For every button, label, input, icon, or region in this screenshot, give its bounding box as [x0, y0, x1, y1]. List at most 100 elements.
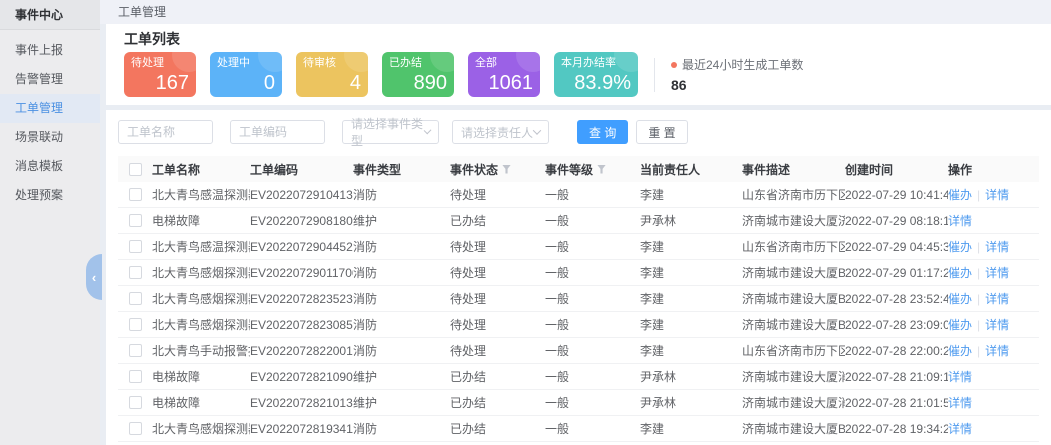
column-header-cell: 操作: [948, 161, 1039, 178]
event-type-placeholder: 请选择事件类型: [351, 115, 425, 149]
select-all-checkbox[interactable]: [129, 163, 142, 176]
column-header: 创建时间: [845, 161, 893, 178]
table-row: 电梯故障EV20220728210138787维护已办结一般尹承林济南城市建设大…: [118, 390, 1039, 416]
row-checkbox-cell: [118, 422, 152, 435]
event-type-select[interactable]: 请选择事件类型: [342, 120, 439, 144]
cell-actions: 详情: [948, 394, 1039, 411]
sidebar-item[interactable]: 工单管理: [0, 94, 100, 123]
stat-value: 1061: [489, 72, 534, 94]
row-checkbox[interactable]: [129, 266, 142, 279]
stat-value: 0: [264, 72, 275, 94]
table-row: 北大青鸟感烟探测器故障EV20220728193411643消防已办结一般李建济…: [118, 416, 1039, 442]
row-checkbox[interactable]: [129, 370, 142, 383]
detail-link[interactable]: 详情: [985, 316, 1009, 333]
detail-link[interactable]: 详情: [948, 420, 972, 437]
urge-link[interactable]: 催办: [948, 238, 972, 255]
cell-status: 待处理: [450, 186, 545, 203]
action-separator: |: [977, 266, 980, 280]
row-checkbox[interactable]: [129, 188, 142, 201]
search-button[interactable]: 查 询: [577, 120, 628, 144]
column-header: 事件描述: [742, 161, 790, 178]
detail-link[interactable]: 详情: [985, 186, 1009, 203]
table-row: 北大青鸟手动报警按钮故障EV20220728220014871消防待处理一般李建…: [118, 338, 1039, 364]
row-checkbox[interactable]: [129, 292, 142, 305]
urge-link[interactable]: 催办: [948, 316, 972, 333]
sidebar-collapse-handle[interactable]: ‹: [86, 254, 102, 300]
column-header: 操作: [948, 161, 972, 178]
urge-link[interactable]: 催办: [948, 264, 972, 281]
sidebar-item[interactable]: 场景联动: [0, 123, 100, 152]
order-name-input[interactable]: [118, 120, 213, 144]
filter-icon[interactable]: [502, 165, 511, 174]
column-header: 当前责任人: [640, 161, 700, 178]
cell-desc: 济南城市建设大厦B3车...: [742, 264, 845, 281]
table-row: 北大青鸟感温探测器故障EV20220729104130123消防待处理一般李建山…: [118, 182, 1039, 208]
cell-name: 北大青鸟手动报警按钮故障: [152, 342, 250, 359]
column-header-cell: 事件等级: [545, 161, 640, 178]
cell-status: 待处理: [450, 316, 545, 333]
cell-type: 消防: [353, 342, 450, 359]
detail-link[interactable]: 详情: [985, 290, 1009, 307]
column-header-cell: 创建时间: [845, 161, 948, 178]
sidebar-item[interactable]: 处理预案: [0, 181, 100, 210]
cell-actions: 催办 | 详情: [948, 186, 1039, 203]
stat-label: 已办结: [389, 57, 447, 69]
table-header-row: 工单名称工单编码事件类型事件状态事件等级当前责任人事件描述创建时间操作: [118, 156, 1039, 182]
urge-link[interactable]: 催办: [948, 342, 972, 359]
stat-card: 待审核4: [296, 52, 368, 97]
column-header-cell: 当前责任人: [640, 161, 742, 178]
cell-name: 北大青鸟感温探测器故障: [152, 238, 250, 255]
cell-level: 一般: [545, 394, 640, 411]
urge-link[interactable]: 催办: [948, 290, 972, 307]
stat-value: 83.9%: [574, 72, 631, 94]
cell-code: EV20220729044522068: [250, 240, 353, 254]
sidebar-item[interactable]: 消息模板: [0, 152, 100, 181]
cell-desc: 济南城市建设大厦消防梯...: [742, 394, 845, 411]
filter-row: 请选择事件类型 请选择责任人 查 询 重 置: [118, 120, 1039, 144]
reset-button[interactable]: 重 置: [636, 120, 687, 144]
cell-type: 消防: [353, 290, 450, 307]
table-row: 北大青鸟感温探测器故障EV20220729044522068消防待处理一般李建山…: [118, 234, 1039, 260]
row-checkbox-cell: [118, 266, 152, 279]
detail-link[interactable]: 详情: [948, 394, 972, 411]
cell-created: 2022-07-29 10:41:45: [845, 188, 948, 202]
row-checkbox[interactable]: [129, 318, 142, 331]
sidebar-item[interactable]: 告警管理: [0, 65, 100, 94]
detail-link[interactable]: 详情: [948, 212, 972, 229]
filter-icon[interactable]: [597, 165, 606, 174]
breadcrumb-bar: 工单管理: [100, 0, 1051, 24]
detail-link[interactable]: 详情: [948, 368, 972, 385]
cell-actions: 催办|详情: [948, 342, 1039, 359]
sidebar-item[interactable]: 事件上报: [0, 36, 100, 65]
detail-link[interactable]: 详情: [985, 238, 1009, 255]
sidebar: 事件中心 事件上报告警管理工单管理场景联动消息模板处理预案 ‹: [0, 0, 100, 445]
sidebar-nav: 事件上报告警管理工单管理场景联动消息模板处理预案: [0, 30, 100, 210]
cell-created: 2022-07-28 23:52:48: [845, 292, 948, 306]
cell-level: 一般: [545, 186, 640, 203]
cell-actions: 详情: [948, 368, 1039, 385]
cell-status: 待处理: [450, 264, 545, 281]
stats-divider: [654, 58, 655, 92]
cell-owner: 李建: [640, 290, 742, 307]
detail-link[interactable]: 详情: [985, 342, 1009, 359]
urge-link[interactable]: 催办: [948, 186, 972, 203]
row-checkbox[interactable]: [129, 344, 142, 357]
row-checkbox[interactable]: [129, 396, 142, 409]
cell-owner: 尹承林: [640, 368, 742, 385]
recent-24h-block: 最近24小时生成工单数 86: [671, 56, 803, 93]
detail-link[interactable]: 详情: [985, 264, 1009, 281]
cell-level: 一般: [545, 238, 640, 255]
cell-created: 2022-07-28 21:01:53: [845, 396, 948, 410]
action-separator: |: [977, 188, 980, 202]
cell-status: 待处理: [450, 290, 545, 307]
row-checkbox[interactable]: [129, 422, 142, 435]
owner-select[interactable]: 请选择责任人: [452, 120, 549, 144]
cell-code: EV20220728210903424: [250, 370, 353, 384]
row-checkbox[interactable]: [129, 240, 142, 253]
recent-24h-label-row: 最近24小时生成工单数: [671, 56, 803, 73]
order-code-input[interactable]: [230, 120, 325, 144]
column-header: 工单编码: [250, 161, 298, 178]
stat-label: 待处理: [131, 57, 189, 69]
row-checkbox[interactable]: [129, 214, 142, 227]
cell-level: 一般: [545, 368, 640, 385]
